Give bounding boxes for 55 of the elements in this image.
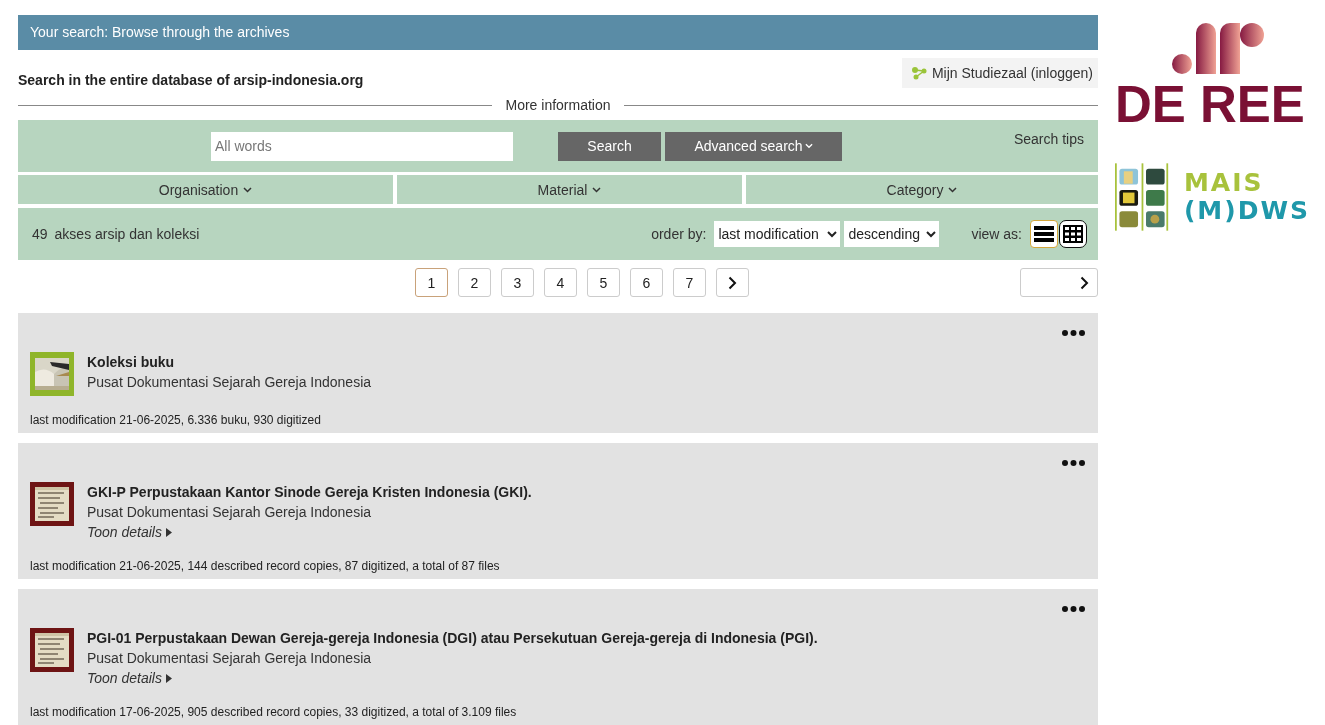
chevron-right-icon (728, 275, 737, 290)
list-view-icon (1034, 225, 1054, 243)
page-button[interactable]: 1 (415, 268, 448, 297)
section-heading: Search in the entire database of arsip-indonesia.org (18, 72, 364, 88)
order-dropdown[interactable]: last modification (714, 221, 841, 247)
organisation-name: Pusat Dokumentasi Sejarah Gereja Indonesia (87, 503, 373, 522)
grid-view-button[interactable] (1059, 220, 1087, 248)
organisation-name: Pusat Dokumentasi Sejarah Gereja Indonesia (87, 649, 373, 668)
filter-dropdown[interactable]: Category (746, 175, 1098, 204)
search-field[interactable]: All words (211, 131, 513, 161)
login-button[interactable]: Mijn Studiezaal (inloggen) (901, 58, 1098, 88)
search-tips-link[interactable]: Search tips (1013, 120, 1098, 147)
result-title[interactable]: GKI-P Perpustakaan Kantor Sinode Gereja Kristen Indonesia (GKI). (87, 482, 532, 502)
details-toggle[interactable]: Toon details (87, 522, 172, 542)
order-label: order by: (651, 226, 707, 242)
filter-dropdown[interactable]: Organisation (18, 175, 393, 204)
triangle-right-icon (166, 673, 172, 683)
next-page-button[interactable] (716, 268, 749, 297)
result-meta: last modification 21-06-2025, 144 described record copies, 87 digitized, a total of 87 files (30, 559, 501, 573)
chevron-down-icon (243, 186, 253, 193)
page-button[interactable]: 6 (630, 268, 663, 297)
chevron-down-icon (948, 186, 958, 193)
result-meta: last modification 21-06-2025, 6.336 buku, 930 digitized (30, 413, 322, 427)
result-title[interactable]: PGI-01 Perpustakaan Dewan Gereja-gereja Indonesia (DGI) atau Persekutuan Gereja-gereja di Indonesia (PGI). (87, 628, 818, 648)
logo-text: MAIS (1183, 169, 1265, 197)
list-view-button[interactable] (1030, 220, 1058, 248)
view-label: view as: (971, 226, 1022, 242)
search-title-bar: Your search: Browse through the archives (18, 15, 1098, 50)
triangle-right-icon (166, 527, 172, 537)
page-button[interactable]: 2 (458, 268, 491, 297)
page-button[interactable]: 3 (501, 268, 534, 297)
page-button[interactable]: 4 (544, 268, 577, 297)
result-count: 49 (32, 226, 48, 242)
advanced-search-button[interactable]: Advanced search (665, 131, 842, 161)
organisation-name: Pusat Dokumentasi Sejarah Gereja Indonesia (87, 373, 372, 392)
search-button[interactable]: Search (558, 131, 661, 161)
page-button[interactable]: 5 (587, 268, 620, 297)
more-options-icon[interactable] (1062, 330, 1085, 336)
filter-dropdown[interactable]: Material (397, 175, 742, 204)
chevron-right-icon (1080, 275, 1089, 290)
network-icon (910, 66, 927, 80)
logo-text: (M)DWS (1183, 197, 1310, 225)
more-information-link[interactable]: More information (505, 97, 611, 113)
chevron-down-icon (804, 143, 813, 149)
more-options-icon[interactable] (1062, 460, 1085, 466)
result-title[interactable]: Koleksi buku (87, 352, 372, 372)
direction-dropdown[interactable]: descending (844, 221, 940, 247)
more-options-icon[interactable] (1062, 606, 1085, 612)
result-meta: last modification 17-06-2025, 905 described record copies, 33 digitized, a total of 3.109 files (30, 705, 518, 719)
logo-wordmark: DE REE (1115, 75, 1305, 135)
result-label: akses arsip dan koleksi (54, 226, 200, 242)
page-button[interactable]: 7 (673, 268, 706, 297)
details-toggle[interactable]: Toon details (87, 668, 172, 688)
grid-view-icon (1063, 225, 1083, 243)
chevron-down-icon (592, 186, 602, 193)
